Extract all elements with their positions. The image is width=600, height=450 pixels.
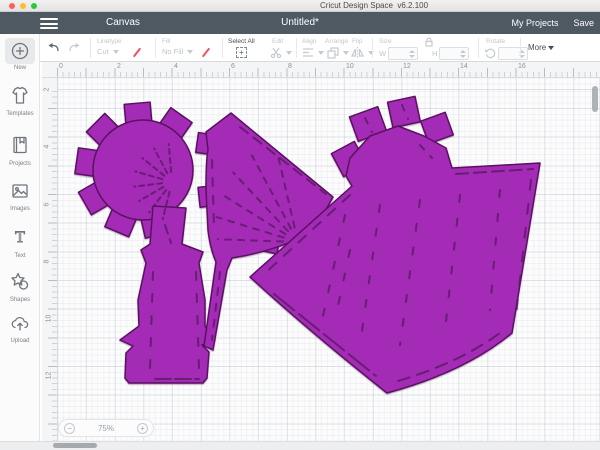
sidebar-item-shapes[interactable]: Shapes	[0, 272, 40, 303]
new-plus-icon	[10, 41, 30, 61]
chevron-down-icon	[343, 51, 349, 55]
arrange-label: Arrange	[325, 38, 348, 45]
shapes-icon	[10, 272, 30, 291]
align-icon	[302, 47, 314, 58]
vertical-ruler: 2 4 6 8 10 12	[42, 78, 58, 441]
insert-sidebar: New Templates Projects Images T Text Sha…	[0, 34, 40, 441]
close-window-icon[interactable]	[9, 3, 15, 9]
save-button[interactable]: Save	[573, 18, 594, 28]
rotate-input[interactable]	[498, 47, 528, 60]
sidebar-item-images[interactable]: Images	[0, 182, 40, 212]
horizontal-scrollbar-track	[0, 441, 600, 450]
undo-button[interactable]	[46, 42, 60, 54]
flip-label: Flip	[352, 38, 362, 45]
align-dropdown[interactable]	[302, 47, 324, 58]
stepper-icon[interactable]	[460, 50, 466, 58]
svg-text:T: T	[15, 229, 25, 246]
cloud-upload-icon	[10, 315, 30, 332]
my-projects-link[interactable]: My Projects	[511, 18, 558, 28]
select-all-label: Select All	[228, 38, 255, 45]
text-icon: T	[10, 227, 30, 247]
zoom-in-button[interactable]: +	[137, 423, 148, 434]
horizontal-scrollbar-thumb[interactable]	[53, 443, 97, 448]
edit-dropdown[interactable]	[270, 47, 292, 59]
design-canvas[interactable]	[58, 78, 600, 441]
sidebar-item-templates[interactable]: Templates	[0, 86, 40, 117]
sidebar-item-upload[interactable]: Upload	[0, 315, 40, 344]
photo-icon	[10, 182, 30, 200]
fill-label: Fill	[162, 38, 170, 45]
rotate-field[interactable]	[485, 47, 528, 60]
linetype-swatch-icon[interactable]	[136, 47, 138, 58]
align-label: Align	[302, 38, 316, 45]
maximize-window-icon[interactable]	[31, 3, 37, 9]
sidebar-item-new[interactable]: New	[0, 38, 40, 71]
active-item-highlight	[5, 38, 35, 64]
minimize-window-icon[interactable]	[20, 3, 26, 9]
linetype-label: Linetype	[97, 38, 122, 45]
window-titlebar: Cricut Design Space v6.2.100	[0, 0, 600, 12]
height-input[interactable]	[439, 47, 469, 60]
flip-icon	[351, 47, 364, 58]
rotate-icon	[485, 48, 496, 59]
chevron-down-icon	[113, 50, 119, 54]
vertical-scrollbar-thumb[interactable]	[592, 86, 598, 112]
size-width-field[interactable]: W	[379, 47, 418, 60]
chevron-down-icon	[286, 51, 292, 55]
stepper-icon[interactable]	[409, 50, 415, 58]
width-input[interactable]	[388, 47, 418, 60]
app-header: Canvas Untitled* My Projects Save	[0, 12, 600, 34]
document-title[interactable]: Untitled*	[0, 17, 600, 28]
sidebar-item-text[interactable]: T Text	[0, 227, 40, 259]
fill-dropdown[interactable]: No Fill	[162, 47, 193, 56]
chevron-down-icon	[548, 46, 554, 50]
zoom-out-button[interactable]: −	[64, 423, 75, 434]
layers-icon	[327, 47, 339, 59]
redo-button[interactable]	[68, 42, 82, 54]
fill-swatch-icon[interactable]	[205, 47, 207, 58]
sidebar-item-projects[interactable]: Projects	[0, 135, 40, 167]
tshirt-icon	[10, 86, 30, 105]
zoom-level: 75%	[98, 424, 114, 433]
size-label: Size	[379, 38, 392, 45]
more-dropdown[interactable]: More	[528, 43, 554, 52]
zoom-control: − 75% +	[58, 419, 154, 437]
arrange-dropdown[interactable]	[327, 47, 349, 59]
select-all-icon: +	[236, 47, 247, 58]
chevron-down-icon	[318, 51, 324, 55]
lock-icon[interactable]	[424, 37, 434, 47]
chevron-down-icon	[187, 50, 193, 54]
rotate-label: Rotate	[486, 38, 505, 45]
edit-toolbar: Linetype Cut Fill No Fill Select All + E…	[0, 34, 600, 62]
scissors-icon	[270, 47, 282, 59]
horizontal-ruler: 0 2 4 6 8 10 12 14 16	[42, 62, 600, 78]
select-all-button[interactable]: +	[236, 47, 247, 58]
window-title: Cricut Design Space v6.2.100	[320, 1, 428, 10]
flip-dropdown[interactable]	[351, 47, 374, 58]
notebook-icon	[10, 135, 30, 155]
chevron-down-icon	[368, 51, 374, 55]
size-height-field[interactable]: H	[432, 47, 469, 60]
linetype-dropdown[interactable]: Cut	[97, 47, 119, 56]
edit-label: Edit	[272, 38, 283, 45]
